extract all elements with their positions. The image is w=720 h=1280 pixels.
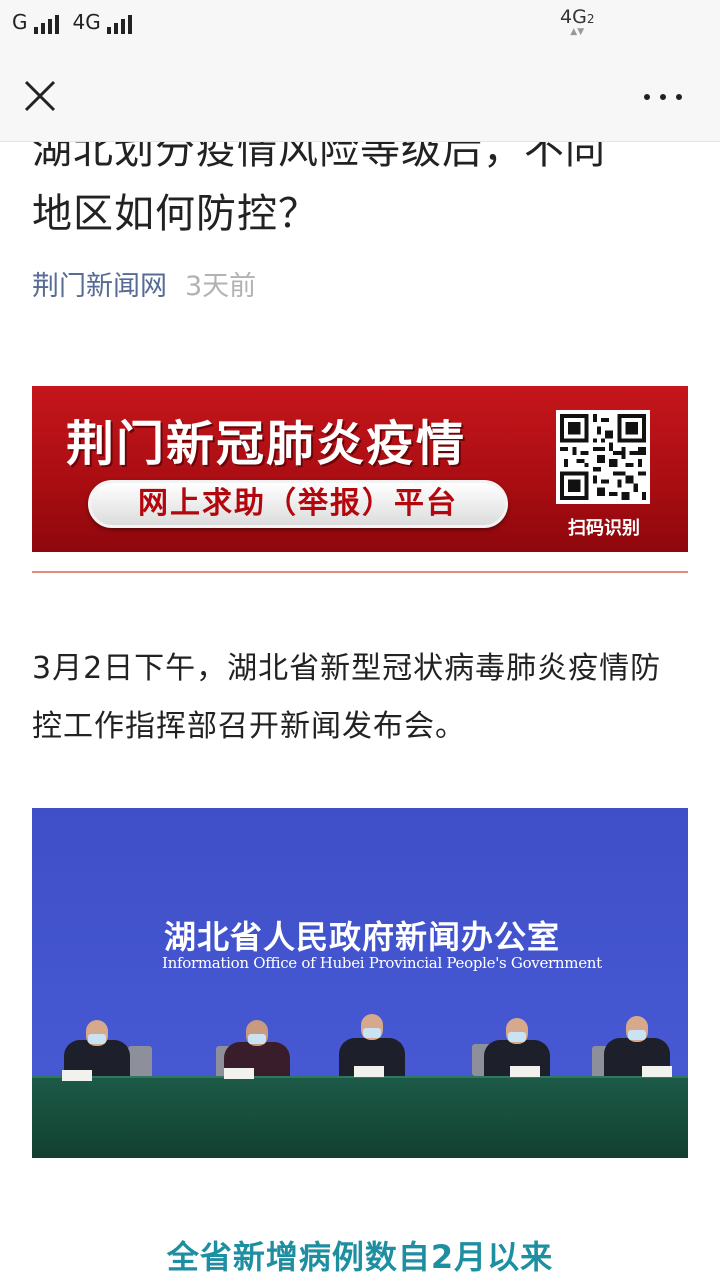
conference-desk	[32, 1078, 688, 1158]
name-plate	[354, 1066, 384, 1077]
article-meta: 荆门新闻网 3天前	[32, 264, 256, 303]
backdrop-title-cn: 湖北省人民政府新闻办公室	[164, 918, 561, 956]
more-dots-icon	[644, 94, 650, 100]
name-plate	[62, 1070, 92, 1081]
network-indicator: 4G2 ▲▼	[560, 6, 595, 37]
banner-pill: 网上求助（举报）平台	[88, 480, 508, 528]
article-source-link[interactable]: 荆门新闻网	[32, 271, 167, 302]
network-sub: 2	[586, 12, 595, 26]
signal-bars-icon	[106, 14, 132, 34]
network-type: 4G	[560, 6, 587, 28]
navigation-bar	[0, 52, 720, 142]
signal-bars-icon	[33, 14, 59, 34]
article-paragraph: 3月2日下午，湖北省新型冠状病毒肺炎疫情防控工作指挥部召开新闻发布会。	[32, 651, 662, 744]
qr-code-icon	[556, 410, 650, 504]
backdrop-title-en: Information Office of Hubei Provincial P…	[162, 954, 602, 972]
data-arrows-icon: ▲▼	[570, 27, 585, 37]
article-title-line2: 地区如何防控？	[32, 191, 319, 237]
article-time: 3天前	[185, 271, 257, 302]
name-plate	[642, 1066, 672, 1077]
carrier-label: G	[12, 10, 28, 34]
more-dots-icon	[676, 94, 682, 100]
name-plate	[510, 1066, 540, 1077]
section-divider	[32, 571, 688, 573]
close-icon	[24, 80, 56, 112]
help-platform-banner[interactable]: 荆门新冠肺炎疫情 网上求助（举报）平台 扫码识别	[32, 386, 688, 552]
more-dots-icon	[660, 94, 666, 100]
signal-group: G 4G	[12, 10, 140, 34]
banner-title: 荆门新冠肺炎疫情	[66, 416, 467, 472]
close-button[interactable]	[22, 78, 58, 114]
name-plate	[224, 1068, 254, 1079]
press-conference-photo[interactable]: 湖北省人民政府新闻办公室 Information Office of Hubei…	[32, 808, 688, 1158]
network-label: 4G	[72, 10, 101, 34]
section-subheading: 全省新增病例数自2月以来	[166, 1238, 554, 1276]
more-options-button[interactable]	[638, 80, 688, 114]
qr-label: 扫码识别	[568, 518, 640, 539]
status-bar: G 4G 4G2 ▲▼	[0, 0, 720, 52]
